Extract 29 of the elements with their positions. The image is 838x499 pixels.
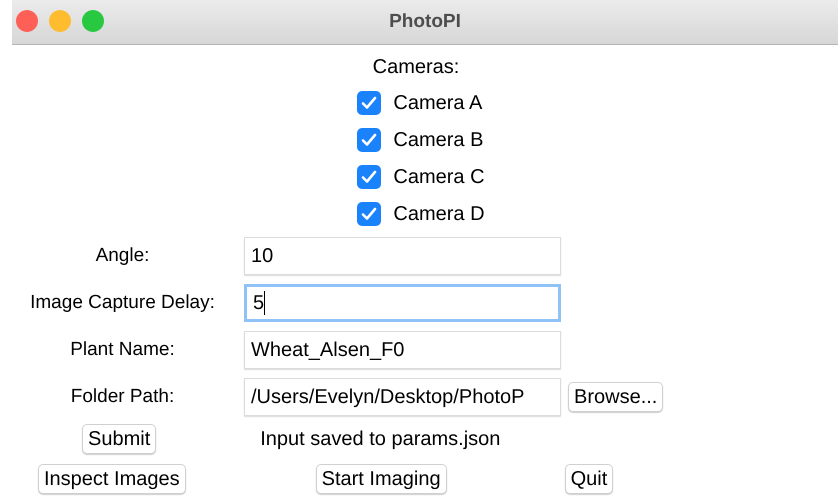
checkmark-icon (361, 170, 378, 184)
checkbox-label: Camera A (393, 90, 482, 116)
window-title: PhotoPI (389, 10, 461, 34)
input-field[interactable]: /Users/Evelyn/Desktop/PhotoP (244, 378, 561, 416)
field-label: Image Capture Delay: (29, 290, 216, 315)
action-button[interactable]: Inspect Images (38, 464, 186, 494)
checkbox[interactable] (357, 202, 382, 226)
close-button[interactable] (16, 10, 38, 32)
field-label: Angle: (94, 244, 150, 268)
input-field[interactable]: 5 (244, 284, 561, 322)
checkbox[interactable] (357, 90, 382, 114)
browse-button[interactable]: Browse... (568, 382, 664, 412)
checkbox-label: Camera D (393, 202, 485, 226)
cameras-label: Cameras: (372, 55, 460, 80)
submit-button[interactable]: Submit (82, 424, 156, 454)
checkmark-icon (361, 132, 378, 146)
checkbox[interactable] (357, 164, 382, 188)
checkmark-icon (361, 206, 378, 220)
input-field[interactable]: 10 (244, 237, 561, 275)
status-message: Input saved to params.json (260, 427, 500, 452)
checkbox[interactable] (357, 128, 382, 152)
action-button[interactable]: Start Imaging (316, 464, 447, 494)
checkbox-label: Camera B (393, 128, 484, 152)
field-label: Folder Path: (70, 384, 176, 409)
checkmark-icon (361, 96, 378, 110)
field-label: Plant Name: (69, 338, 176, 362)
action-button[interactable]: Quit (564, 464, 614, 494)
checkbox-label: Camera C (393, 164, 485, 190)
input-field[interactable]: Wheat_Alsen_F0 (244, 331, 561, 369)
